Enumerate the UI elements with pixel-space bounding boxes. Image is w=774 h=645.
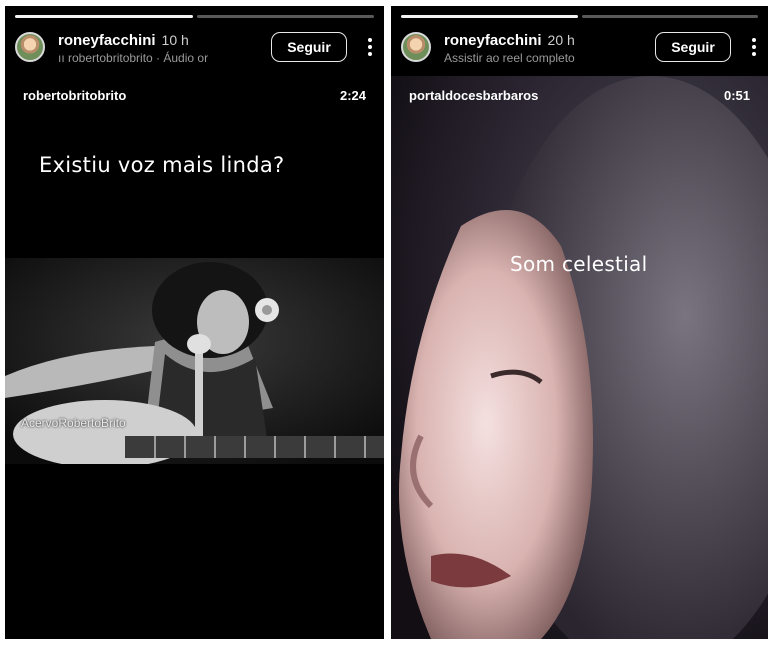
progress-segment — [401, 15, 578, 18]
more-options-icon[interactable] — [748, 36, 760, 58]
reel-info[interactable]: portaldocesbarbaros 0:51 — [409, 88, 750, 106]
story-left[interactable]: roneyfacchini 10 h ıı robertobritobrito ·… — [5, 6, 384, 639]
story-caption: Existiu voz mais linda? — [39, 153, 285, 177]
progress-segment — [196, 15, 374, 18]
follow-button[interactable]: Seguir — [271, 32, 347, 62]
reel-author: robertobritobrito — [23, 88, 127, 103]
story-progress — [401, 15, 758, 18]
story-header: roneyfacchini 10 h ıı robertobritobrito ·… — [15, 30, 376, 66]
video-background[interactable] — [391, 76, 768, 639]
more-options-icon[interactable] — [364, 36, 376, 58]
singer-closeup-image — [391, 76, 768, 639]
username-text: roneyfacchini — [58, 32, 156, 49]
progress-segment — [15, 15, 193, 18]
story-caption: Som celestial — [510, 252, 648, 276]
username[interactable]: roneyfacchini 10 h — [58, 32, 189, 49]
reel-info[interactable]: robertobritobrito 2:24 — [23, 88, 366, 106]
post-time: 20 h — [547, 32, 575, 48]
reel-author: portaldocesbarbaros — [409, 88, 539, 103]
video-watermark: AcervoRobertoBrito — [21, 416, 126, 430]
avatar[interactable] — [401, 32, 431, 62]
video-thumbnail[interactable]: AcervoRobertoBrito — [5, 258, 384, 464]
username[interactable]: roneyfacchini 20 h — [444, 32, 575, 49]
reel-duration: 2:24 — [339, 88, 366, 103]
story-progress — [15, 15, 374, 18]
singer-guitar-image — [5, 258, 384, 464]
post-time: 10 h — [161, 32, 189, 48]
reel-duration: 0:51 — [723, 88, 750, 103]
username-text: roneyfacchini — [444, 32, 542, 49]
avatar[interactable] — [15, 32, 45, 62]
follow-button[interactable]: Seguir — [655, 32, 731, 62]
audio-subline[interactable]: ıı robertobritobrito · Áudio or — [58, 51, 258, 65]
story-header: roneyfacchini 20 h Assistir ao reel compl… — [401, 30, 760, 66]
progress-segment — [581, 15, 758, 18]
story-right[interactable]: roneyfacchini 20 h Assistir ao reel compl… — [391, 6, 768, 639]
watch-reel-subline[interactable]: Assistir ao reel completo — [444, 51, 644, 65]
